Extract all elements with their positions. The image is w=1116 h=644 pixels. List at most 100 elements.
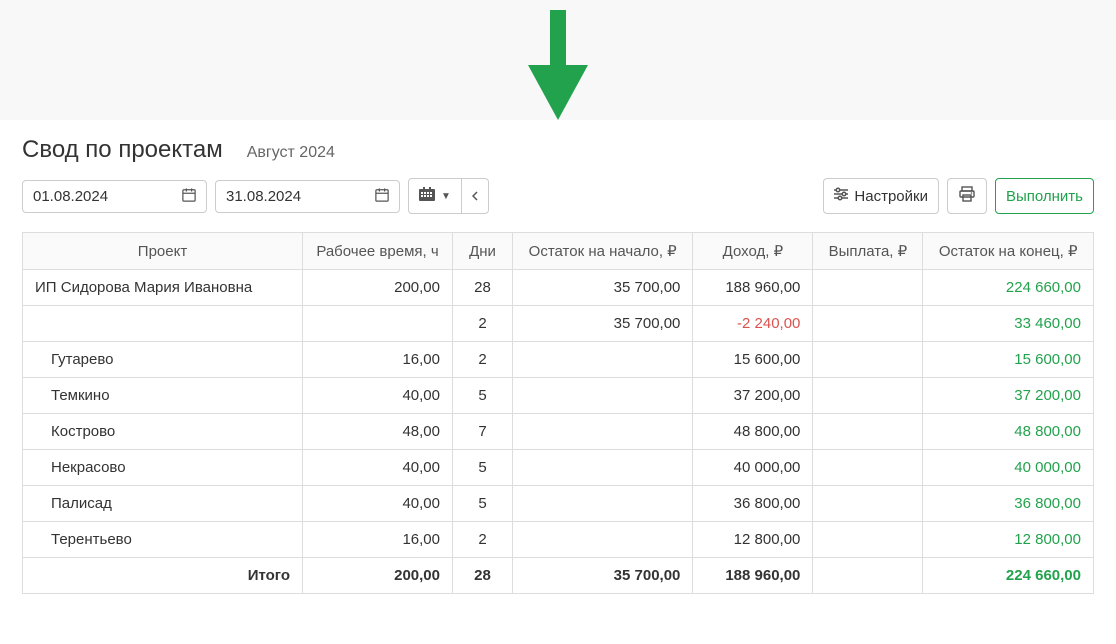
cell-start-balance [513, 342, 693, 378]
cell-payout [813, 270, 923, 306]
table-row[interactable]: Гутарево16,002 15 600,00 15 600,00 [23, 342, 1094, 378]
cell-end-balance: 15 600,00 [923, 342, 1094, 378]
period-label: Август 2024 [247, 144, 335, 162]
cell-days: 2 [453, 342, 513, 378]
cell-project: Темкино [23, 378, 303, 414]
table-row[interactable]: Терентьево16,002 12 800,00 12 800,00 [23, 522, 1094, 558]
cell-end-balance: 36 800,00 [923, 486, 1094, 522]
cell-project: Палисад [23, 486, 303, 522]
cell-income: 188 960,00 [693, 270, 813, 306]
cell-end-balance: 224 660,00 [923, 270, 1094, 306]
cell-project: ИП Сидорова Мария Ивановна [23, 270, 303, 306]
cell-end-balance: 48 800,00 [923, 414, 1094, 450]
projects-table: Проект Рабочее время, ч Дни Остаток на н… [22, 232, 1094, 594]
cell-end-balance: 33 460,00 [923, 306, 1094, 342]
date-to-input[interactable]: 31.08.2024 [215, 180, 400, 213]
footer-days: 28 [453, 558, 513, 594]
cell-work-hours: 48,00 [303, 414, 453, 450]
cell-days: 28 [453, 270, 513, 306]
printer-icon [959, 186, 975, 206]
table-row[interactable]: ИП Сидорова Мария Ивановна200,002835 700… [23, 270, 1094, 306]
footer-end-balance: 224 660,00 [923, 558, 1094, 594]
cell-payout [813, 378, 923, 414]
cell-start-balance: 35 700,00 [513, 270, 693, 306]
col-start-balance: Остаток на начало, ₽ [513, 233, 693, 270]
cell-days: 5 [453, 378, 513, 414]
top-section [0, 0, 1116, 120]
cell-start-balance [513, 450, 693, 486]
cell-days: 2 [453, 522, 513, 558]
footer-label: Итого [23, 558, 303, 594]
col-days: Дни [453, 233, 513, 270]
down-arrow-icon [528, 10, 588, 124]
calendar-icon [182, 188, 196, 205]
cell-payout [813, 342, 923, 378]
cell-project: Кострово [23, 414, 303, 450]
sliders-icon [834, 187, 848, 205]
date-from-value: 01.08.2024 [33, 188, 108, 205]
table-row[interactable]: Кострово48,007 48 800,00 48 800,00 [23, 414, 1094, 450]
footer-work-hours: 200,00 [303, 558, 453, 594]
cell-work-hours: 16,00 [303, 522, 453, 558]
run-button[interactable]: Выполнить [995, 178, 1094, 214]
report-page: Свод по проектам Август 2024 01.08.2024 … [0, 120, 1116, 610]
table-footer-row: Итого 200,00 28 35 700,00 188 960,00 224… [23, 558, 1094, 594]
cell-income: 40 000,00 [693, 450, 813, 486]
cell-days: 5 [453, 450, 513, 486]
prev-period-button[interactable] [461, 178, 489, 214]
title-row: Свод по проектам Август 2024 [22, 136, 1094, 164]
col-project: Проект [23, 233, 303, 270]
cell-income: 48 800,00 [693, 414, 813, 450]
cell-income: 37 200,00 [693, 378, 813, 414]
cell-project: Некрасово [23, 450, 303, 486]
cell-end-balance: 40 000,00 [923, 450, 1094, 486]
calendar-icon [375, 188, 389, 205]
cell-payout [813, 450, 923, 486]
cell-work-hours: 200,00 [303, 270, 453, 306]
cell-income: -2 240,00 [693, 306, 813, 342]
settings-button[interactable]: Настройки [823, 178, 939, 214]
table-header-row: Проект Рабочее время, ч Дни Остаток на н… [23, 233, 1094, 270]
table-row[interactable]: Некрасово40,00540 000,0040 000,00 [23, 450, 1094, 486]
col-payout: Выплата, ₽ [813, 233, 923, 270]
cell-days: 2 [453, 306, 513, 342]
cell-days: 5 [453, 486, 513, 522]
cell-start-balance [513, 414, 693, 450]
calendar-grid-icon [419, 187, 435, 205]
table-row[interactable]: Темкино40,005 37 200,00 37 200,00 [23, 378, 1094, 414]
cell-income: 36 800,00 [693, 486, 813, 522]
date-to-value: 31.08.2024 [226, 188, 301, 205]
table-row[interactable]: Палисад40,005 36 800,00 36 800,00 [23, 486, 1094, 522]
settings-button-label: Настройки [854, 188, 928, 205]
period-picker-button[interactable]: ▼ [408, 178, 462, 214]
cell-work-hours [303, 306, 453, 342]
cell-days: 7 [453, 414, 513, 450]
cell-project: Гутарево [23, 342, 303, 378]
cell-work-hours: 40,00 [303, 486, 453, 522]
cell-payout [813, 486, 923, 522]
footer-start-balance: 35 700,00 [513, 558, 693, 594]
cell-payout [813, 414, 923, 450]
cell-start-balance [513, 378, 693, 414]
run-button-label: Выполнить [1006, 188, 1083, 205]
cell-start-balance [513, 522, 693, 558]
cell-payout [813, 522, 923, 558]
cell-end-balance: 12 800,00 [923, 522, 1094, 558]
cell-work-hours: 16,00 [303, 342, 453, 378]
table-row[interactable]: 235 700,00-2 240,00 33 460,00 [23, 306, 1094, 342]
col-work-hours: Рабочее время, ч [303, 233, 453, 270]
print-button[interactable] [947, 178, 987, 214]
cell-income: 12 800,00 [693, 522, 813, 558]
cell-work-hours: 40,00 [303, 378, 453, 414]
chevron-left-icon [472, 188, 478, 205]
cell-project [23, 306, 303, 342]
cell-start-balance [513, 486, 693, 522]
col-income: Доход, ₽ [693, 233, 813, 270]
cell-project: Терентьево [23, 522, 303, 558]
cell-start-balance: 35 700,00 [513, 306, 693, 342]
page-title: Свод по проектам [22, 136, 223, 164]
cell-income: 15 600,00 [693, 342, 813, 378]
cell-end-balance: 37 200,00 [923, 378, 1094, 414]
col-end-balance: Остаток на конец, ₽ [923, 233, 1094, 270]
date-from-input[interactable]: 01.08.2024 [22, 180, 207, 213]
